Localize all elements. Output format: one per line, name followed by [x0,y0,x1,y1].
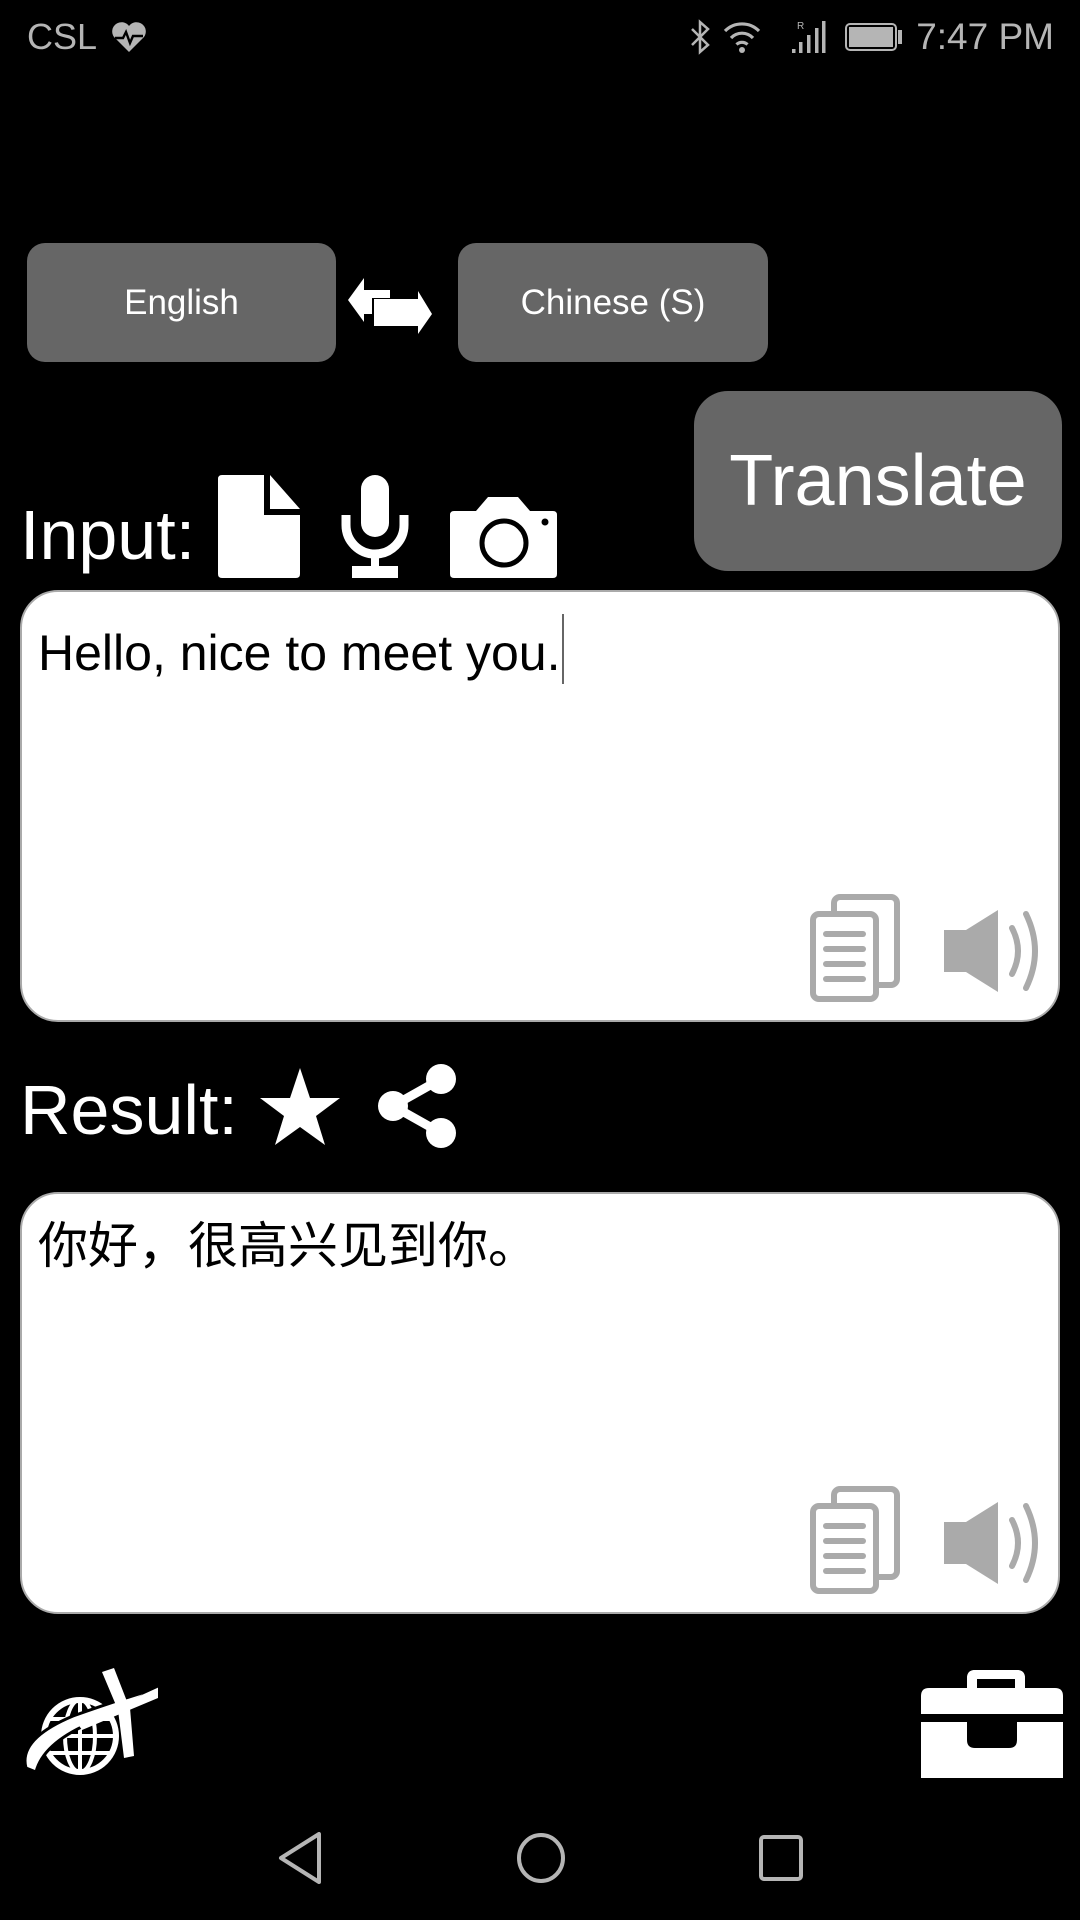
camera-icon [450,497,557,578]
source-language-button[interactable]: English [27,243,336,362]
nav-recents-button[interactable] [758,1834,804,1882]
speaker-icon [944,910,1038,992]
input-text: Hello, nice to meet you. [38,625,561,681]
carrier-name: CSL [27,16,98,57]
target-language-label: Chinese (S) [520,282,706,322]
voice-input-button[interactable] [340,475,410,578]
nav-back-button[interactable] [278,1832,324,1884]
target-language-button[interactable]: Chinese (S) [458,243,768,362]
result-label: Result: [20,1071,238,1149]
roaming-indicator: R [797,21,804,32]
travel-app-button[interactable] [18,1664,167,1776]
file-input-button[interactable] [218,475,300,578]
swap-arrows-icon [348,278,432,334]
favorite-button[interactable] [260,1068,340,1145]
copy-icon [810,894,900,1002]
result-speak-button[interactable] [944,1502,1050,1584]
file-icon [218,475,300,578]
heart-pulse-icon [111,21,147,53]
travel-globe-plane-icon [23,1668,167,1775]
home-icon [517,1833,565,1883]
status-bar-right: R 7:47 PM [688,14,1054,60]
input-text-wrapper: Hello, nice to meet you. [38,614,564,684]
translate-button-label: Translate [729,441,1027,521]
swap-languages-button[interactable] [348,278,448,338]
back-icon [279,1832,321,1884]
nav-home-button[interactable] [516,1832,566,1884]
input-copy-button[interactable] [810,894,900,1002]
recents-icon [759,1835,803,1881]
input-textbox[interactable]: Hello, nice to meet you. [20,590,1060,1022]
wifi-icon [722,19,762,55]
share-button[interactable] [375,1064,459,1148]
battery-icon [844,21,906,53]
input-label: Input: [20,496,196,574]
clock: 7:47 PM [916,16,1054,57]
speaker-icon [944,1502,1038,1584]
microphone-icon [341,475,409,578]
status-bar-left: CSL [27,14,147,60]
result-copy-button[interactable] [810,1486,900,1594]
result-text: 你好，很高兴见到你。 [38,1218,538,1274]
result-textbox[interactable]: 你好，很高兴见到你。 [20,1192,1060,1614]
share-icon [378,1064,456,1148]
camera-input-button[interactable] [450,497,557,578]
translate-button[interactable]: Translate [694,391,1062,571]
signal-roaming-icon: R [790,19,828,55]
star-icon [260,1068,340,1145]
copy-icon [810,1486,900,1594]
toolbox-icon [921,1670,1063,1778]
text-caret [561,614,564,684]
toolbox-button[interactable] [921,1670,1063,1778]
bluetooth-icon [688,19,712,55]
source-language-label: English [124,282,239,322]
input-speak-button[interactable] [944,910,1050,992]
